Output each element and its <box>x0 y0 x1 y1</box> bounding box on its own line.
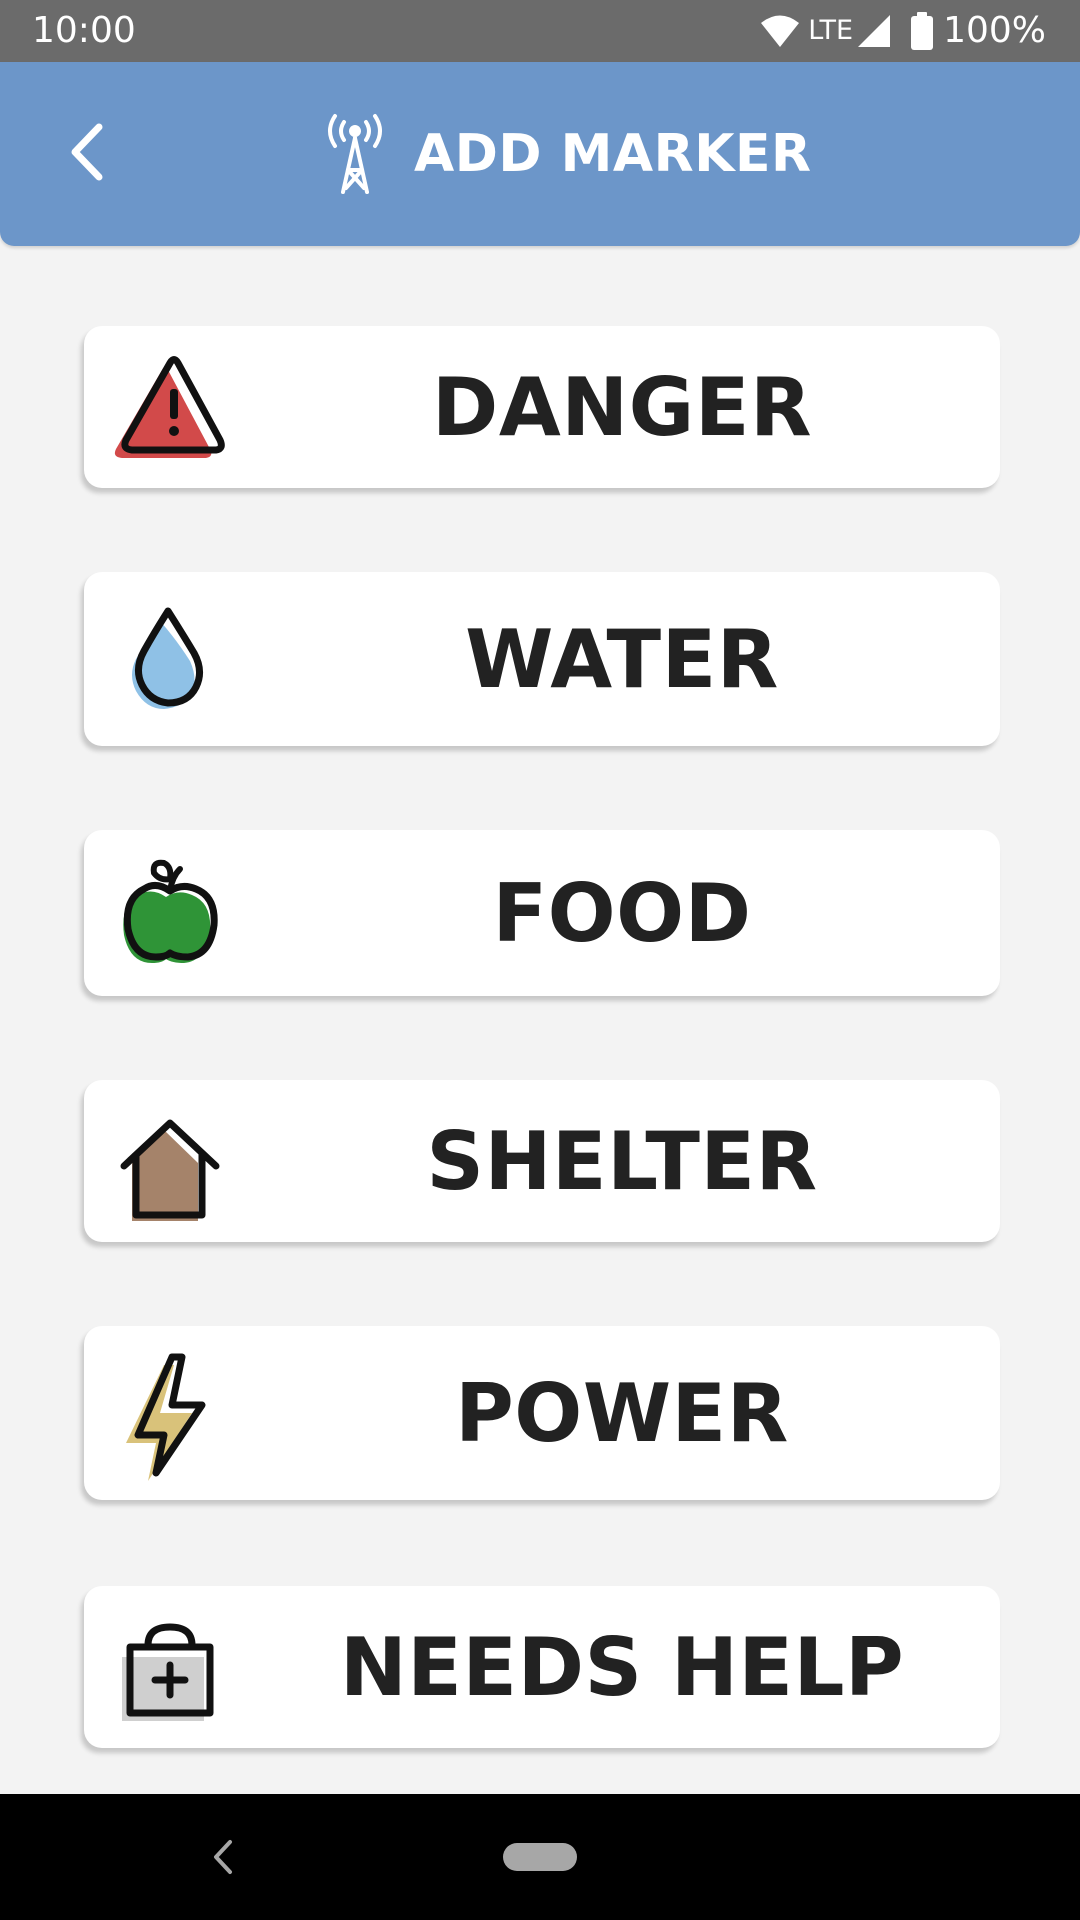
back-button[interactable] <box>52 117 122 187</box>
status-bar: 10:00 LTE 100% <box>0 0 1080 62</box>
status-icons: LTE 100% <box>760 8 1046 54</box>
water-drop-icon <box>132 607 203 709</box>
system-nav-bar <box>0 1794 1080 1920</box>
apple-stem-icon <box>150 859 183 894</box>
needs-help-button[interactable]: NEEDS HELP <box>84 1586 1000 1748</box>
danger-button[interactable]: DANGER <box>84 326 1000 488</box>
wifi-icon <box>761 15 800 47</box>
radio-tower-icon <box>328 114 382 194</box>
food-button[interactable]: FOOD <box>84 830 1000 996</box>
app-bar: ADD MARKER <box>0 62 1080 246</box>
food-label: FOOD <box>492 866 752 960</box>
title-group: ADD MARKER <box>322 112 812 196</box>
water-label: WATER <box>465 612 779 706</box>
chevron-left-icon <box>71 123 103 181</box>
danger-label: DANGER <box>431 360 813 454</box>
status-time: 10:00 <box>32 10 136 51</box>
shelter-button[interactable]: SHELTER <box>84 1080 1000 1242</box>
signal-icon <box>858 15 891 47</box>
page-title: ADD MARKER <box>414 124 812 184</box>
network-type: LTE <box>808 15 854 46</box>
battery-icon <box>911 12 934 50</box>
home-pill-icon[interactable] <box>503 1843 577 1871</box>
needs-help-label: NEEDS HELP <box>339 1620 905 1714</box>
warning-triangle-icon <box>114 356 225 458</box>
power-label: POWER <box>455 1366 789 1460</box>
lightning-bolt-icon <box>126 1353 206 1481</box>
house-icon <box>120 1119 220 1221</box>
medical-kit-icon <box>122 1623 214 1721</box>
battery-percent: 100% <box>943 10 1046 51</box>
water-button[interactable]: WATER <box>84 572 1000 746</box>
nav-back-icon[interactable] <box>202 1834 242 1880</box>
add-marker-screen: 10:00 LTE 100% ADD MARKER DANGER WATER F… <box>0 0 1080 1920</box>
shelter-label: SHELTER <box>426 1114 818 1208</box>
power-button[interactable]: POWER <box>84 1326 1000 1500</box>
